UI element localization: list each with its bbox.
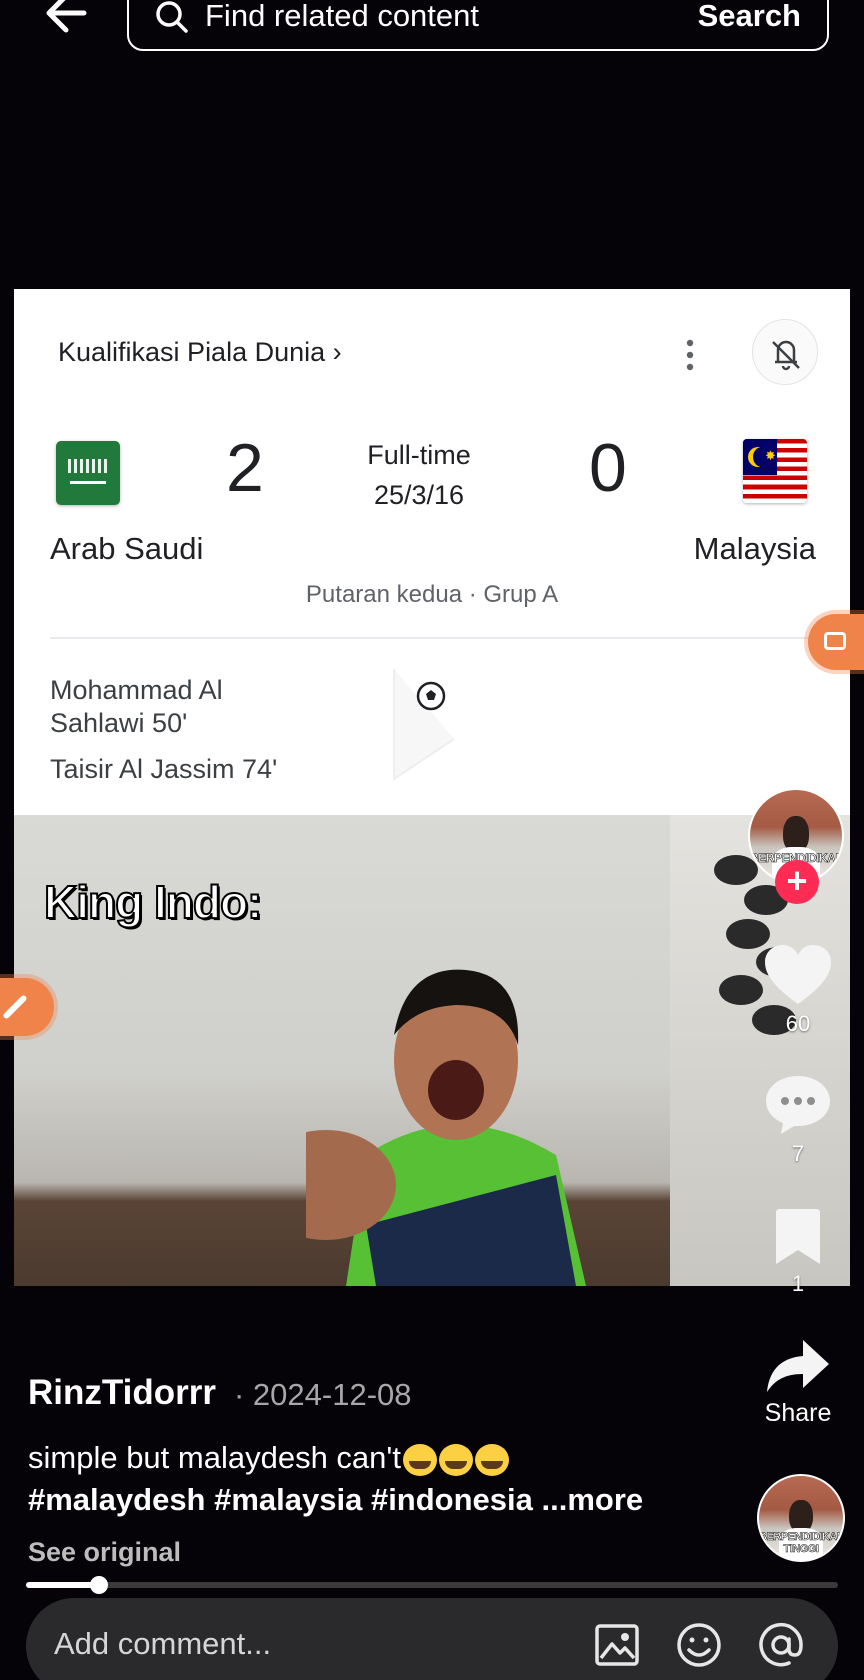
description-text: simple but malaydesh can't [28,1440,401,1475]
nerd-emoji-icon [402,1443,437,1476]
competition-name: Kualifikasi Piala Dunia › [58,337,342,367]
bookmark-icon [776,1209,820,1264]
camera-icon [824,632,846,650]
music-avatar-text: BERPENDIDIKAN TINGGI [759,1531,845,1556]
post-description[interactable]: simple but malaydesh can't #malaydesh #m… [28,1437,728,1521]
more-options-icon [680,337,700,373]
match-date: 25/3/16 [373,480,465,510]
progress-handle[interactable] [90,1576,109,1594]
hashtags[interactable]: #malaydesh #malaysia #indonesia [28,1482,533,1517]
laughing-emoji-icon [438,1443,473,1476]
like-button[interactable]: 60 [758,944,838,1037]
away-team-name: Malaysia [693,531,816,566]
see-original-link[interactable]: See original [28,1537,181,1568]
video-player[interactable]: Kualifikasi Piala Dunia › 2 Full-time 25… [14,289,850,1286]
round-label: Putaran kedua · Grup A [305,581,559,608]
search-bar[interactable]: Find related content Search [127,0,829,51]
bookmark-count: 1 [791,1271,805,1296]
share-label: Share [764,1399,832,1427]
emoji-icon[interactable] [674,1620,724,1670]
video-progress-bar[interactable] [26,1576,838,1594]
comment-button[interactable]: 7 [758,1074,838,1167]
home-team-name: Arab Saudi [50,531,204,566]
share-arrow-icon [767,1340,829,1392]
back-arrow-icon[interactable] [38,0,98,38]
comment-count: 7 [791,1141,805,1166]
away-score: 0 [589,430,627,506]
status-label: Full-time [367,440,471,470]
comment-bubble-icon [766,1076,830,1134]
mention-icon[interactable] [756,1620,806,1670]
search-input[interactable]: Find related content [205,0,479,34]
comment-input[interactable]: Add comment... [54,1626,271,1662]
progress-fill [26,1582,100,1588]
video-caption: King Indo: [43,875,263,929]
screen-record-tab[interactable] [808,614,864,670]
laughing-emoji-icon [474,1443,509,1476]
notification-bell-icon [752,319,818,385]
search-button[interactable]: Search [698,0,801,34]
comment-bar[interactable]: Add comment... [26,1598,838,1680]
music-disc-avatar[interactable]: BERPENDIDIKAN TINGGI [757,1474,845,1562]
soccer-ball-icon [415,680,447,712]
more-link[interactable]: ...more [542,1482,644,1517]
scorer-1: Mohammad Al Sahlawi 50' [50,675,223,738]
divider [50,637,830,639]
heart-icon [765,945,831,1004]
pen-icon [2,994,28,1020]
post-date: · 2024-12-08 [234,1377,412,1412]
image-icon[interactable] [592,1620,642,1670]
bookmark-button[interactable]: 1 [758,1208,838,1297]
malaysia-flag-icon: ✸ [743,439,807,503]
search-icon [155,0,189,34]
like-count: 60 [785,1011,811,1036]
match-status: Full-time 25/3/16 [354,435,484,515]
share-button[interactable]: Share [758,1338,838,1428]
author-name[interactable]: RinzTidorrr [28,1373,216,1413]
home-score: 2 [226,430,264,506]
video-frame-photo: King Indo: [14,815,850,1286]
scorer-2: Taisir Al Jassim 74' [50,754,278,784]
saudi-arabia-flag-icon [56,441,120,505]
goal-scorers: Mohammad Al Sahlawi 50' Taisir Al Jassim… [50,674,280,786]
match-score-card: Kualifikasi Piala Dunia › 2 Full-time 25… [14,289,850,815]
follow-plus-button[interactable]: + [775,860,819,904]
laughing-person-image [306,969,586,1286]
